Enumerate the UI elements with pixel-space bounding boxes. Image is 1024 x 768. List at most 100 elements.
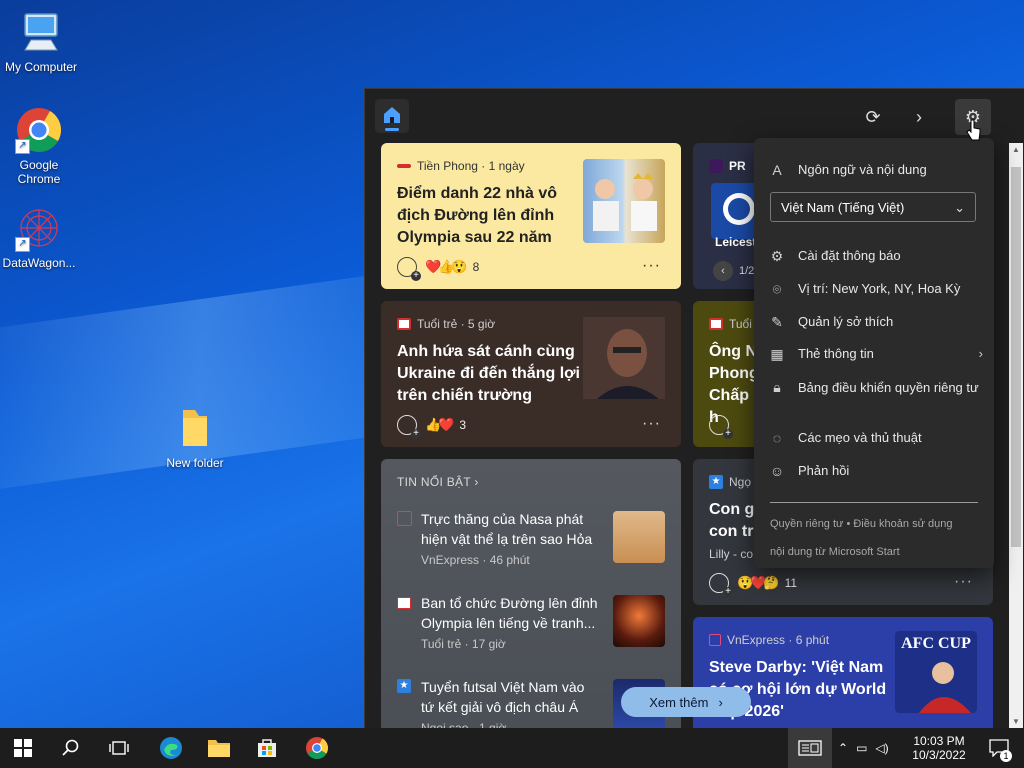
source-label: Tuổi trẻ · 5 giờ <box>417 317 496 331</box>
more-options-icon[interactable]: ··· <box>954 573 973 591</box>
see-more-label: Xem thêm <box>649 694 709 710</box>
card-source: PR <box>709 159 746 173</box>
reaction-emojis: 👍❤️ <box>425 417 454 432</box>
next-button[interactable]: › <box>901 99 937 135</box>
premier-league-logo-icon <box>709 159 723 173</box>
card-author: Lilly - co <box>709 547 754 561</box>
carousel-controls: ‹ 1/2 <box>713 261 754 281</box>
carousel-page: 1/2 <box>739 265 755 277</box>
add-reaction-icon[interactable] <box>709 415 733 439</box>
menu-item-feedback[interactable]: ☺ Phản hồi <box>768 463 983 479</box>
refresh-icon: ⟳ <box>865 107 881 127</box>
taskbar-file-explorer[interactable] <box>196 728 242 768</box>
card-footer: ❤️👍😲 8 <box>397 257 480 281</box>
volume-icon[interactable]: ◁) <box>875 741 888 755</box>
card-source: Tuổi trẻ · 5 giờ <box>397 317 495 331</box>
network-icon[interactable]: ▭ <box>856 741 867 755</box>
add-reaction-icon[interactable] <box>397 415 421 439</box>
card-source: Tuổi <box>709 317 752 331</box>
more-options-icon[interactable]: ··· <box>642 257 661 275</box>
task-view-button[interactable] <box>96 728 142 768</box>
menu-item-privacy-dashboard[interactable]: 🔒︎ Bảng điều khiển quyền riêng tư <box>768 379 983 396</box>
store-icon <box>258 739 276 757</box>
trending-headline: Ban tổ chức Đường lên đỉnh Olympia lên t… <box>421 595 598 631</box>
search-icon <box>62 739 79 756</box>
reaction-count: 11 <box>784 576 798 590</box>
menu-item-label: Bảng điều khiển quyền riêng tư <box>798 380 979 395</box>
news-card[interactable]: Tiền Phong · 1 ngày Điểm danh 22 nhà vô … <box>381 143 681 289</box>
trending-thumbnail <box>613 595 665 647</box>
home-icon <box>384 107 400 123</box>
menu-divider <box>770 502 978 503</box>
clock[interactable]: 10:03 PM 10/3/2022 <box>908 728 970 768</box>
menu-item-label: Các mẹo và thủ thuật <box>798 430 922 445</box>
chevron-right-icon: › <box>978 346 983 361</box>
reaction-count: 8 <box>472 260 480 274</box>
more-options-icon[interactable]: ··· <box>642 415 661 433</box>
trending-item[interactable]: Trực thăng của Nasa phát hiện vật thể lạ… <box>397 509 667 575</box>
reaction-emojis: 😲❤️🤔 <box>737 575 780 590</box>
menu-item-interests[interactable]: ✎ Quản lý sở thích <box>768 314 983 331</box>
carousel-prev-button[interactable]: ‹ <box>713 261 733 281</box>
taskbar-news-widget[interactable] <box>788 728 832 768</box>
chevron-up-icon[interactable]: ⌃ <box>838 741 848 755</box>
panel-header: ⟳ › ⚙ <box>365 89 1024 139</box>
desktop-icon-google-chrome[interactable]: ↗ Google Chrome <box>0 106 80 186</box>
pencil-icon: ✎ <box>771 314 783 330</box>
lightbulb-icon: ◌ <box>772 430 782 446</box>
shortcut-arrow-icon: ↗ <box>15 237 30 252</box>
source-label: Ngọ <box>729 475 752 489</box>
taskbar-chrome[interactable] <box>294 728 340 768</box>
language-select[interactable]: Việt Nam (Tiếng Việt) ⌄ <box>770 192 976 222</box>
card-footer: 😲❤️🤔 11 <box>709 573 798 597</box>
shortcut-arrow-icon: ↗ <box>15 139 30 154</box>
star-logo-icon: ★ <box>397 679 411 693</box>
scroll-up-icon[interactable]: ▲ <box>1011 143 1021 157</box>
card-footer <box>709 415 733 439</box>
reaction-count: 3 <box>459 418 467 432</box>
chevron-right-icon: › <box>916 107 922 127</box>
lock-icon: 🔒︎ <box>773 379 781 395</box>
menu-item-label: Thẻ thông tin <box>798 346 874 361</box>
card-headline[interactable]: Anh hứa sát cánh cùng Ukraine đi đến thắ… <box>397 341 583 407</box>
start-button[interactable] <box>0 728 46 768</box>
news-card[interactable]: Tuổi trẻ · 5 giờ Anh hứa sát cánh cùng U… <box>381 301 681 447</box>
trending-item[interactable]: Ban tổ chức Đường lên đỉnh Olympia lên t… <box>397 593 667 659</box>
refresh-button[interactable]: ⟳ <box>855 99 891 135</box>
menu-item-location[interactable]: ⌾ Vị trí: New York, NY, Hoa Kỳ <box>768 281 983 298</box>
vnexpress-logo-icon <box>397 511 412 526</box>
tuoitre-logo-icon <box>397 318 411 330</box>
notification-count-badge: 1 <box>1000 750 1012 762</box>
card-headline[interactable]: Điểm danh 22 nhà vô địch Đường lên đỉnh … <box>397 183 577 249</box>
add-reaction-icon[interactable] <box>397 257 421 281</box>
search-button[interactable] <box>48 728 94 768</box>
scrollbar-thumb[interactable] <box>1011 167 1021 547</box>
menu-item-tips[interactable]: ◌ Các mẹo và thủ thuật <box>768 430 983 446</box>
menu-footer-links[interactable]: Quyền riêng tư • Điều khoản sử dụng <box>770 518 952 530</box>
tuoitre-logo-icon <box>397 597 411 609</box>
card-source: Tiền Phong · 1 ngày <box>397 159 525 173</box>
language-icon: A <box>772 162 782 178</box>
desktop-icon-my-computer[interactable]: My Computer <box>0 8 82 74</box>
scroll-down-icon[interactable]: ▼ <box>1011 715 1021 729</box>
taskbar-store[interactable] <box>244 728 290 768</box>
desktop-icon-new-folder[interactable]: New folder <box>154 404 236 470</box>
desktop-icon-label: DataWagon... <box>2 256 76 270</box>
taskbar-edge[interactable] <box>148 728 194 768</box>
menu-footer-credit: nội dung từ Microsoft Start <box>770 546 900 558</box>
home-tab[interactable] <box>375 99 409 133</box>
menu-item-info-cards[interactable]: ▦ Thẻ thông tin › <box>768 346 983 363</box>
menu-language-header: A Ngôn ngữ và nội dung <box>768 162 983 178</box>
cards-icon: ▦ <box>770 346 784 362</box>
add-reaction-icon[interactable] <box>709 573 733 597</box>
notification-center-button[interactable]: 1 <box>976 728 1022 768</box>
see-more-button[interactable]: Xem thêm › <box>621 687 751 717</box>
desktop-icon-datawagon[interactable]: ↗ DataWagon... <box>0 204 80 270</box>
trending-headline: Tuyển futsal Việt Nam vào tứ kết giải vô… <box>421 679 585 715</box>
menu-item-notifications[interactable]: ⚙ Cài đặt thông báo <box>768 248 983 265</box>
card-footer: 👍❤️ 3 <box>397 415 467 439</box>
scrollbar[interactable]: ▲ ▼ <box>1009 143 1023 729</box>
card-thumbnail: AFC CUP <box>895 631 977 713</box>
menu-item-label: Quản lý sở thích <box>798 314 894 329</box>
trending-title[interactable]: TIN NỔI BẬT › <box>397 475 479 489</box>
